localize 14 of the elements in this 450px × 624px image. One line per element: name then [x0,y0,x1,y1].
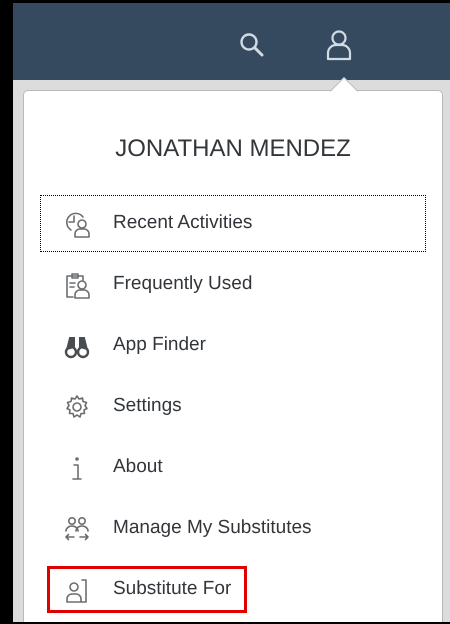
gear-icon [63,392,91,420]
menu-item[interactable]: About [40,439,426,496]
menu-item[interactable]: App Finder [40,317,426,374]
menu-item[interactable]: Substitute For [42,561,252,618]
clock-person-icon [63,210,91,238]
menu-item[interactable]: Manage My Substitutes [40,500,426,557]
user-icon [325,28,353,60]
menu-item[interactable]: Recent Activities [40,195,426,252]
menu-item[interactable]: Frequently Used [40,256,426,313]
user-name: JONATHAN MENDEZ [114,134,352,164]
search-icon [239,32,265,58]
people-arrows-icon [63,514,91,542]
clipboard-person-icon [63,270,91,298]
menu-item[interactable]: Settings [40,378,426,435]
